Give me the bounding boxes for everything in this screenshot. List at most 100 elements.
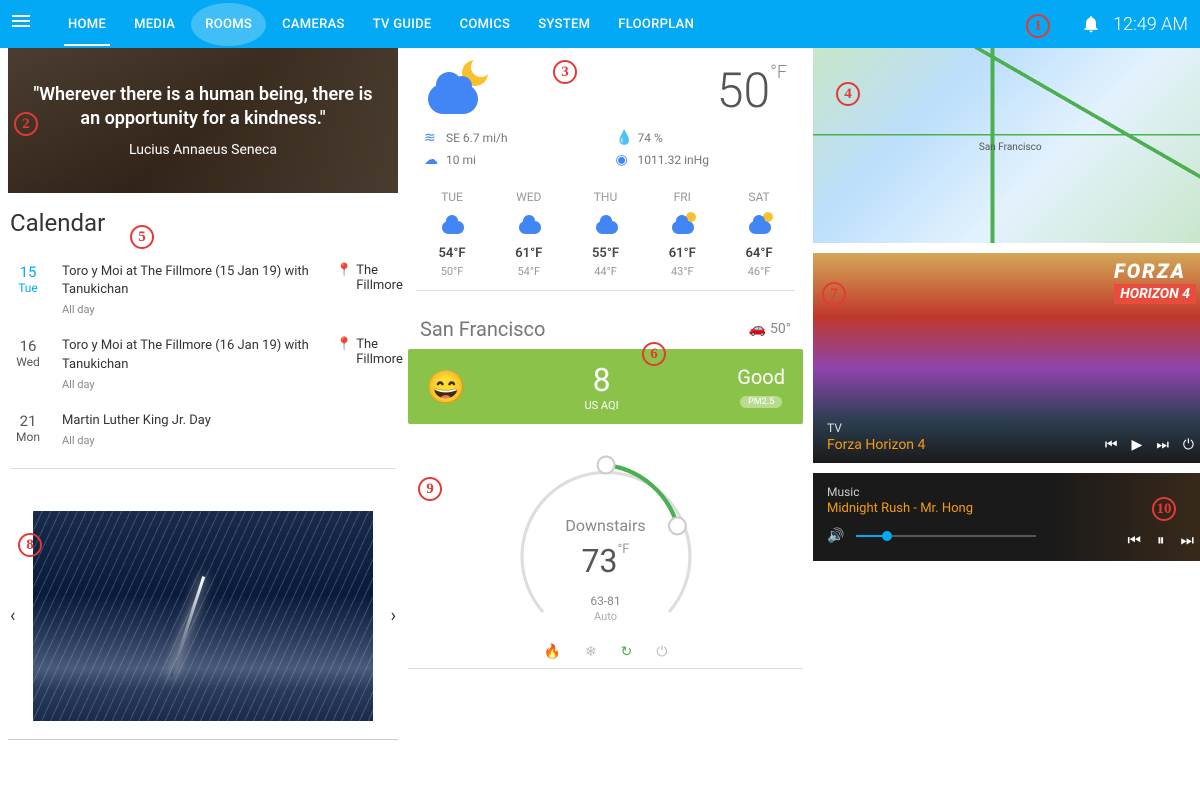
forecast-high: 55°F bbox=[574, 246, 638, 261]
annotation-3: 3 bbox=[553, 60, 577, 84]
weather-card: 50°F ≋SE 6.7 mi/h 💧74 % ☁10 mi ◉1011.32 … bbox=[408, 48, 803, 303]
carousel-image[interactable] bbox=[33, 511, 373, 721]
annotation-10: 10 bbox=[1152, 497, 1176, 521]
annotation-9: 9 bbox=[418, 477, 442, 501]
forecast-day[interactable]: TUE 54°F 50°F bbox=[420, 190, 484, 278]
volume-icon[interactable]: 🔊 bbox=[827, 528, 844, 544]
thermostat-temp: 73°F bbox=[501, 542, 711, 580]
forecast-day[interactable]: SAT 64°F 46°F bbox=[727, 190, 791, 278]
aqi-body: 😄 8 US AQI Good PM2.5 bbox=[408, 349, 803, 424]
nav-tab-comics[interactable]: COMICS bbox=[448, 3, 523, 46]
quote-author: Lucius Annaeus Seneca bbox=[129, 142, 277, 158]
calendar-event-title: Toro y Moi at The Fillmore (16 Jan 19) w… bbox=[62, 337, 320, 373]
tv-power-icon[interactable]: ⏻ bbox=[1183, 437, 1194, 453]
calendar-card: Calendar 15Tue Toro y Moi at The Fillmor… bbox=[8, 193, 398, 477]
calendar-date: 16Wed bbox=[10, 337, 46, 390]
pressure-value: 1011.32 inHg bbox=[638, 153, 709, 167]
nav-tab-home[interactable]: HOME bbox=[56, 3, 118, 46]
tv-title: Forza Horizon 4 bbox=[827, 437, 925, 453]
calendar-title: Calendar bbox=[10, 209, 396, 237]
music-pause-icon[interactable]: ⏸ bbox=[1157, 531, 1165, 549]
forecast-icon bbox=[515, 214, 543, 236]
forecast-row: TUE 54°F 50°FWED 61°F 54°FTHU 55°F 44°FF… bbox=[416, 178, 795, 291]
calendar-event-title: Martin Luther King Jr. Day bbox=[62, 412, 396, 430]
calendar-event-title: Toro y Moi at The Fillmore (15 Jan 19) w… bbox=[62, 263, 320, 299]
calendar-event[interactable]: 21Mon Martin Luther King Jr. Day All day bbox=[10, 402, 396, 458]
music-next-icon[interactable]: ⏭ bbox=[1180, 531, 1194, 549]
header-right: 12:49 AM bbox=[1081, 14, 1188, 35]
notifications-icon[interactable] bbox=[1081, 14, 1101, 34]
forecast-day[interactable]: FRI 61°F 43°F bbox=[650, 190, 714, 278]
visibility-icon: ☁ bbox=[424, 152, 440, 168]
image-carousel: ‹ › bbox=[8, 501, 398, 731]
music-controls: ⏮ ⏸ ⏭ bbox=[1127, 531, 1194, 549]
music-media-card[interactable]: Music Midnight Rush - Mr. Hong 🔊 ⏮ ⏸ ⏭ bbox=[813, 473, 1200, 561]
nav-tab-tv-guide[interactable]: TV GUIDE bbox=[361, 3, 444, 46]
weather-stats: ≋SE 6.7 mi/h 💧74 % ☁10 mi ◉1011.32 inHg bbox=[416, 120, 795, 178]
calendar-allday: All day bbox=[62, 378, 320, 391]
forecast-low: 54°F bbox=[497, 265, 561, 278]
thermostat-mode: Auto bbox=[501, 610, 711, 623]
carousel-prev-icon[interactable]: ‹ bbox=[4, 599, 21, 632]
annotation-6: 6 bbox=[642, 342, 666, 366]
tv-media-card[interactable]: FORZA HORIZON 4 TV Forza Horizon 4 ⏮ ▶ ⏭… bbox=[813, 253, 1200, 463]
forecast-icon bbox=[438, 214, 466, 236]
nav-tab-media[interactable]: MEDIA bbox=[122, 3, 187, 46]
current-temp: 50°F bbox=[717, 62, 787, 119]
pressure-icon: ◉ bbox=[616, 152, 632, 168]
volume-slider[interactable] bbox=[856, 535, 1036, 537]
carousel-next-icon[interactable]: › bbox=[385, 599, 402, 632]
forecast-day-name: SAT bbox=[727, 190, 791, 204]
forecast-low: 46°F bbox=[727, 265, 791, 278]
thermostat-name: Downstairs bbox=[501, 516, 711, 535]
tv-prev-icon[interactable]: ⏮ bbox=[1105, 437, 1118, 453]
nav-tab-system[interactable]: SYSTEM bbox=[526, 3, 602, 46]
traffic-map[interactable]: San Francisco bbox=[813, 48, 1200, 243]
annotation-1: 1 bbox=[1026, 14, 1050, 38]
aqi-rating: Good bbox=[737, 365, 785, 389]
nav-tab-floorplan[interactable]: FLOORPLAN bbox=[606, 3, 706, 46]
thermostat-card[interactable]: Downstairs 73°F 63-81 Auto 🔥 ❄ ↻ ⏻ bbox=[408, 444, 803, 669]
music-type-label: Music bbox=[827, 485, 1194, 499]
thermostat-range: 63-81 bbox=[501, 594, 711, 608]
forecast-day[interactable]: WED 61°F 54°F bbox=[497, 190, 561, 278]
app-header: HOMEMEDIAROOMSCAMERASTV GUIDECOMICSSYSTE… bbox=[0, 0, 1200, 48]
volume-thumb[interactable] bbox=[882, 531, 892, 541]
commute-icon: 🚗 bbox=[749, 321, 766, 337]
forecast-high: 61°F bbox=[650, 246, 714, 261]
calendar-allday: All day bbox=[62, 434, 396, 447]
calendar-event[interactable]: 15Tue Toro y Moi at The Fillmore (15 Jan… bbox=[10, 253, 396, 327]
forecast-day-name: FRI bbox=[650, 190, 714, 204]
humidity-icon: 💧 bbox=[616, 130, 632, 146]
visibility-value: 10 mi bbox=[446, 153, 476, 167]
music-prev-icon[interactable]: ⏮ bbox=[1127, 531, 1141, 549]
nav-tab-cameras[interactable]: CAMERAS bbox=[270, 3, 357, 46]
annotation-8: 8 bbox=[18, 533, 42, 557]
forecast-day[interactable]: THU 55°F 44°F bbox=[574, 190, 638, 278]
aqi-pollutant: PM2.5 bbox=[740, 396, 782, 408]
map-city-label: San Francisco bbox=[979, 142, 1042, 153]
forecast-icon bbox=[668, 214, 696, 236]
forecast-day-name: WED bbox=[497, 190, 561, 204]
forecast-high: 64°F bbox=[727, 246, 791, 261]
humidity-value: 74 % bbox=[638, 131, 663, 145]
quote-card: "Wherever there is a human being, there … bbox=[8, 48, 398, 193]
tv-play-icon[interactable]: ▶ bbox=[1132, 437, 1143, 453]
nav-tabs: HOMEMEDIAROOMSCAMERASTV GUIDECOMICSSYSTE… bbox=[56, 3, 1081, 46]
location-pin-icon: 📍 bbox=[336, 263, 352, 278]
annotation-7: 7 bbox=[822, 282, 846, 306]
hamburger-menu-icon[interactable] bbox=[12, 12, 36, 36]
forecast-low: 50°F bbox=[420, 265, 484, 278]
nav-tab-rooms[interactable]: ROOMS bbox=[191, 3, 266, 46]
forecast-icon bbox=[745, 214, 773, 236]
thermostat-dial[interactable]: Downstairs 73°F 63-81 Auto bbox=[501, 444, 711, 654]
calendar-event[interactable]: 16Wed Toro y Moi at The Fillmore (16 Jan… bbox=[10, 327, 396, 401]
clock: 12:49 AM bbox=[1113, 14, 1188, 35]
forecast-high: 61°F bbox=[497, 246, 561, 261]
aqi-scale: US AQI bbox=[585, 399, 619, 412]
aqi-city: San Francisco bbox=[420, 317, 545, 341]
wind-value: SE 6.7 mi/h bbox=[446, 131, 508, 145]
tv-next-icon[interactable]: ⏭ bbox=[1156, 437, 1169, 453]
calendar-date: 21Mon bbox=[10, 412, 46, 447]
forecast-icon bbox=[592, 214, 620, 236]
